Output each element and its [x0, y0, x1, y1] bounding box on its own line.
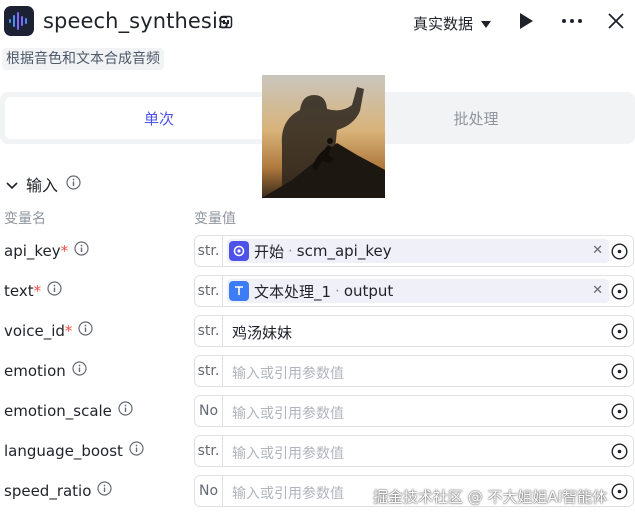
audio-wave-icon	[4, 6, 34, 36]
info-icon[interactable]	[66, 174, 81, 194]
node-header: speech_synthesis 真实数据	[0, 0, 635, 44]
param-value-input[interactable]: str. 鸡汤妹妹	[194, 315, 634, 347]
param-label: language_boost	[4, 441, 144, 460]
watermark: 掘金技术社区 @ 不大姐姐AI智能体	[373, 488, 608, 506]
info-icon[interactable]	[47, 281, 62, 300]
param-value-input[interactable]: str. 开始 · scm_api_key ✕	[194, 235, 634, 267]
param-value-input[interactable]: str. 输入或引用参数值	[194, 435, 634, 467]
type-tag[interactable]: No	[195, 396, 223, 426]
column-header-value: 变量值	[194, 211, 236, 227]
param-row: api_key* str. 开始 · scm_api_key ✕	[0, 235, 635, 267]
variable-target-icon[interactable]	[611, 283, 628, 304]
more-icon[interactable]	[561, 10, 583, 36]
variable-target-icon[interactable]	[611, 483, 628, 504]
type-tag[interactable]: str.	[195, 356, 223, 386]
overlay-photo	[262, 75, 385, 198]
caret-down-icon	[481, 15, 492, 33]
variable-reference-chip[interactable]: 开始 · scm_api_key ✕	[227, 239, 609, 263]
input-section-header[interactable]: 输入	[6, 172, 81, 196]
node-description: 根据音色和文本合成音频	[2, 48, 164, 70]
param-label: api_key*	[4, 241, 89, 260]
variable-reference-chip[interactable]: 文本处理_1 · output ✕	[227, 279, 609, 303]
param-label: emotion	[4, 361, 87, 380]
param-row: voice_id* str. 鸡汤妹妹	[0, 315, 635, 347]
param-placeholder[interactable]: 输入或引用参数值	[232, 483, 344, 503]
param-value-input[interactable]: str. 文本处理_1 · output ✕	[194, 275, 634, 307]
text-process-node-icon	[229, 281, 249, 301]
start-node-icon	[229, 241, 249, 261]
param-placeholder[interactable]: 输入或引用参数值	[232, 403, 344, 423]
section-title: 输入	[26, 176, 59, 195]
param-value-text[interactable]: 鸡汤妹妹	[232, 322, 292, 343]
node-title: speech_synthesis	[43, 9, 229, 33]
column-header-name: 变量名	[4, 211, 46, 227]
variable-target-icon[interactable]	[611, 323, 628, 344]
param-label: voice_id*	[4, 321, 93, 340]
chevron-down-icon[interactable]	[6, 175, 18, 194]
type-tag[interactable]: str.	[195, 316, 223, 346]
info-icon[interactable]	[78, 321, 93, 340]
info-icon[interactable]	[74, 241, 89, 260]
type-tag[interactable]: str.	[195, 236, 223, 266]
type-tag[interactable]: str.	[195, 276, 223, 306]
info-icon[interactable]	[129, 441, 144, 460]
close-icon[interactable]	[607, 12, 625, 34]
data-source-label: 真实数据	[413, 15, 474, 33]
type-tag[interactable]: No	[195, 476, 223, 506]
param-placeholder[interactable]: 输入或引用参数值	[232, 363, 344, 383]
param-label: text*	[4, 281, 62, 300]
param-label: speed_ratio	[4, 481, 113, 500]
param-row: emotion_scale No 输入或引用参数值	[0, 395, 635, 427]
info-icon[interactable]	[118, 401, 133, 420]
variable-target-icon[interactable]	[611, 243, 628, 264]
param-value-input[interactable]: str. 输入或引用参数值	[194, 355, 634, 387]
type-tag[interactable]: str.	[195, 436, 223, 466]
variable-target-icon[interactable]	[611, 443, 628, 464]
variable-target-icon[interactable]	[611, 403, 628, 424]
info-icon[interactable]	[97, 481, 113, 500]
param-value-input[interactable]: No 输入或引用参数值	[194, 395, 634, 427]
variable-target-icon[interactable]	[611, 363, 628, 384]
param-placeholder[interactable]: 输入或引用参数值	[232, 443, 344, 463]
param-label: emotion_scale	[4, 401, 133, 420]
param-row: language_boost str. 输入或引用参数值	[0, 435, 635, 467]
param-row: text* str. 文本处理_1 · output ✕	[0, 275, 635, 307]
run-play-icon[interactable]	[518, 12, 534, 34]
param-row: emotion str. 输入或引用参数值	[0, 355, 635, 387]
plugin-tag-icon	[219, 14, 233, 33]
data-source-select[interactable]: 真实数据	[413, 13, 492, 34]
clear-reference-icon[interactable]: ✕	[592, 283, 603, 298]
clear-reference-icon[interactable]: ✕	[592, 243, 603, 258]
info-icon[interactable]	[72, 361, 87, 380]
